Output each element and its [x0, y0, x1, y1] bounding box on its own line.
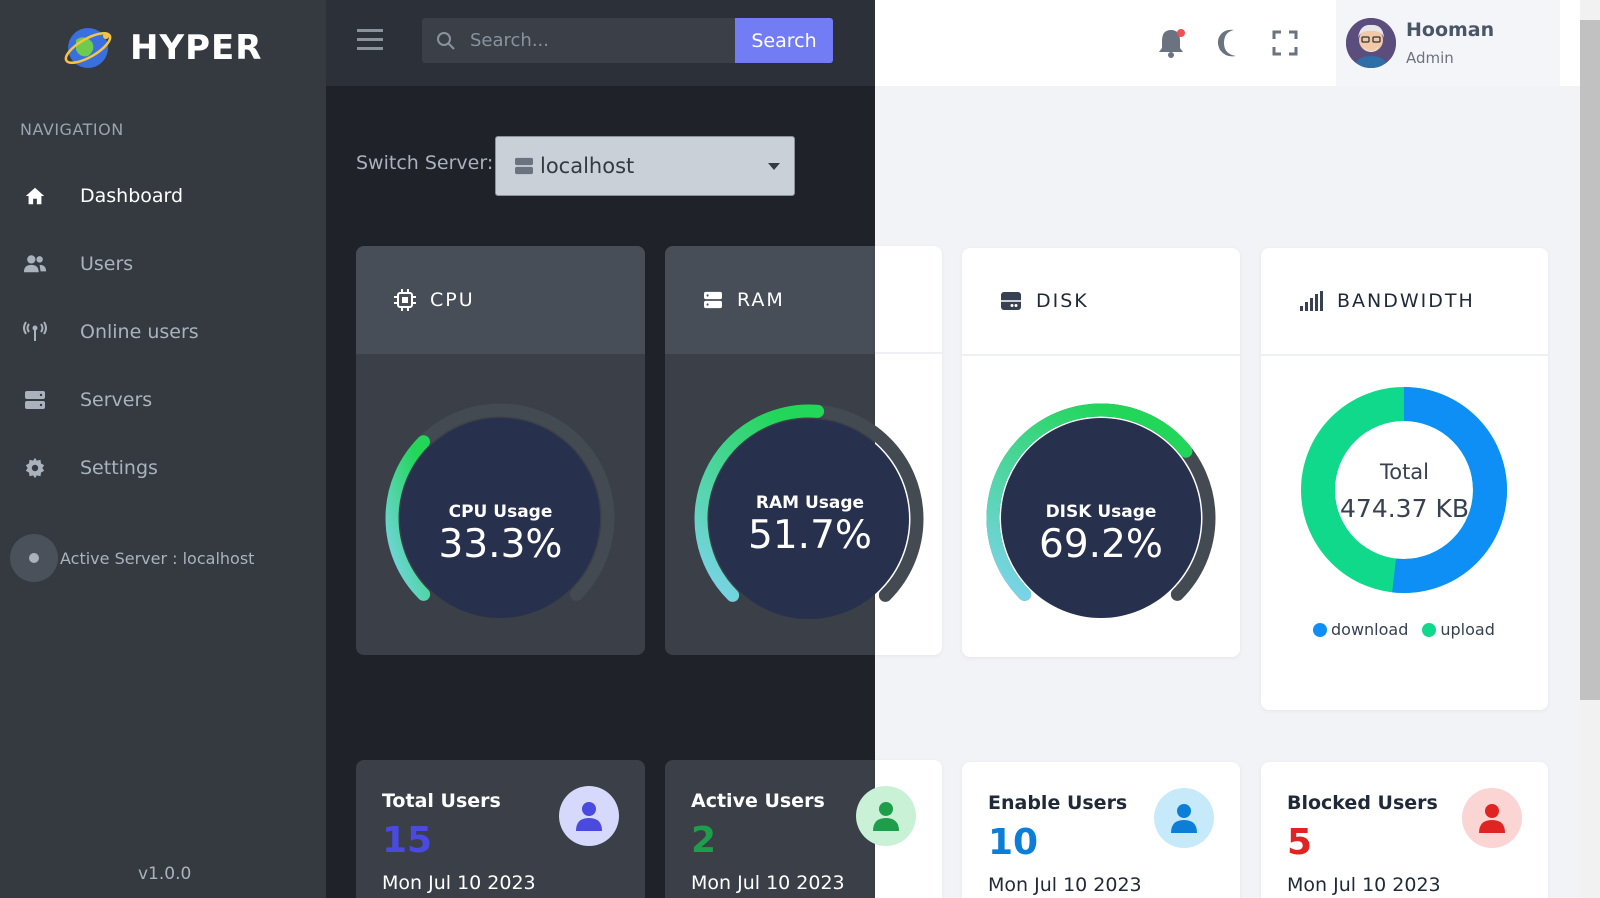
- signal-bars-icon: [1300, 291, 1323, 311]
- search-input[interactable]: [470, 30, 720, 51]
- server-icon: [22, 387, 48, 413]
- globe-logo-icon: [64, 28, 112, 68]
- stat-date: Mon Jul 10 2023: [382, 872, 536, 894]
- cpu-chip-icon: [394, 289, 416, 311]
- user-icon: [1154, 788, 1214, 848]
- dark-mode-moon-icon[interactable]: [1216, 28, 1244, 62]
- legend-dot-icon: [1422, 623, 1437, 637]
- sidebar-item-label: Online users: [80, 321, 199, 343]
- stat-card-active-users: Active Users 2 Mon Jul 10 2023: [665, 760, 875, 898]
- ram-gauge-label: RAM Usage: [755, 493, 865, 513]
- active-server-text: Active Server : localhost: [60, 548, 255, 568]
- ram-gauge-value: 51.7%: [748, 513, 872, 558]
- user-role: Admin: [1406, 49, 1454, 67]
- sidebar-item-label: Servers: [80, 389, 153, 411]
- disk-gauge-label: DISK Usage: [1045, 502, 1157, 522]
- sidebar-item-users[interactable]: Users: [0, 236, 326, 292]
- legend-dot-icon: [1313, 623, 1327, 637]
- chevron-down-icon: [768, 163, 780, 170]
- hard-drive-icon: [1001, 292, 1021, 310]
- menu-toggle-icon[interactable]: [356, 26, 384, 54]
- legend-item-upload[interactable]: upload: [1422, 620, 1495, 639]
- user-icon: [559, 786, 619, 846]
- stat-date: Mon Jul 10 2023: [691, 872, 845, 894]
- stat-date: Mon Jul 10 2023: [1287, 874, 1441, 896]
- stat-title: Blocked Users: [1287, 792, 1438, 814]
- disk-card: DISK DISK Usage 69.2%: [962, 248, 1240, 657]
- brand[interactable]: HYPER: [62, 22, 262, 74]
- version-label: v1.0.0: [138, 864, 192, 884]
- server-select-value: localhost: [540, 154, 635, 178]
- users-icon: [22, 251, 48, 277]
- sidebar-item-dashboard[interactable]: Dashboard: [0, 168, 326, 224]
- home-icon: [22, 183, 48, 209]
- server-select[interactable]: localhost: [495, 136, 795, 196]
- user-icon: [856, 786, 916, 846]
- brand-name: HYPER: [130, 28, 263, 68]
- sidebar-item-label: Settings: [80, 457, 158, 479]
- stat-value: 5: [1287, 822, 1313, 863]
- search-button[interactable]: Search: [735, 18, 833, 63]
- stat-title: Active Users: [691, 790, 825, 812]
- search-field: [422, 18, 735, 63]
- notification-bell-icon[interactable]: [1156, 26, 1186, 64]
- bandwidth-total-label: Total: [1379, 460, 1430, 484]
- sidebar: HYPER NAVIGATION Dashboard Users Online …: [0, 0, 326, 898]
- user-menu[interactable]: Hooman Admin: [1336, 0, 1560, 86]
- disk-gauge-value: 69.2%: [1039, 522, 1163, 567]
- stat-card-blocked-users: Blocked Users 5 Mon Jul 10 2023: [1261, 762, 1548, 898]
- ram-gauge-text: RAM Usage 51.7%: [665, 493, 955, 558]
- gear-icon: [22, 455, 48, 481]
- bandwidth-card: BANDWIDTH Total 474.37 KB download uploa…: [1261, 248, 1548, 710]
- status-dot-icon: [10, 534, 58, 582]
- legend-item-download[interactable]: download: [1313, 620, 1408, 639]
- stat-card-total-users: Total Users 15 Mon Jul 10 2023: [356, 760, 645, 898]
- cpu-card: CPU CPU Usage 33.3%: [356, 246, 645, 655]
- card-title: DISK: [1036, 290, 1089, 312]
- sidebar-item-online-users[interactable]: Online users: [0, 304, 326, 360]
- stat-card-enable-users: Enable Users 10 Mon Jul 10 2023: [962, 762, 1240, 898]
- switch-server-label: Switch Server:: [356, 152, 494, 174]
- scrollbar[interactable]: [1580, 0, 1600, 898]
- cpu-gauge-label: CPU Usage: [448, 502, 553, 522]
- card-title: BANDWIDTH: [1337, 290, 1475, 312]
- fullscreen-icon[interactable]: [1272, 30, 1298, 60]
- stat-date: Mon Jul 10 2023: [988, 874, 1142, 896]
- stat-value: 2: [691, 820, 717, 861]
- card-title: CPU: [430, 289, 475, 311]
- card-title: RAM: [737, 289, 785, 311]
- server-icon: [515, 157, 533, 175]
- user-name: Hooman: [1406, 19, 1495, 41]
- sidebar-item-label: Users: [80, 253, 134, 275]
- stat-title: Total Users: [382, 790, 501, 812]
- avatar: [1346, 18, 1396, 68]
- cpu-gauge-value: 33.3%: [438, 522, 563, 567]
- user-icon: [1462, 788, 1522, 848]
- bandwidth-total-value: 474.37 KB: [1340, 494, 1469, 523]
- sidebar-item-label: Dashboard: [80, 185, 184, 207]
- search-icon: [437, 31, 455, 50]
- active-server-status: Active Server : localhost: [10, 534, 254, 582]
- sidebar-item-servers[interactable]: Servers: [0, 372, 326, 428]
- sidebar-item-settings[interactable]: Settings: [0, 440, 326, 496]
- server-icon: [704, 291, 722, 309]
- broadcast-icon: [22, 319, 48, 345]
- nav-section-title: NAVIGATION: [20, 120, 124, 139]
- stat-title: Enable Users: [988, 792, 1128, 814]
- bandwidth-legend: download upload: [1313, 620, 1495, 639]
- stat-value: 10: [988, 822, 1039, 863]
- stat-value: 15: [382, 820, 433, 861]
